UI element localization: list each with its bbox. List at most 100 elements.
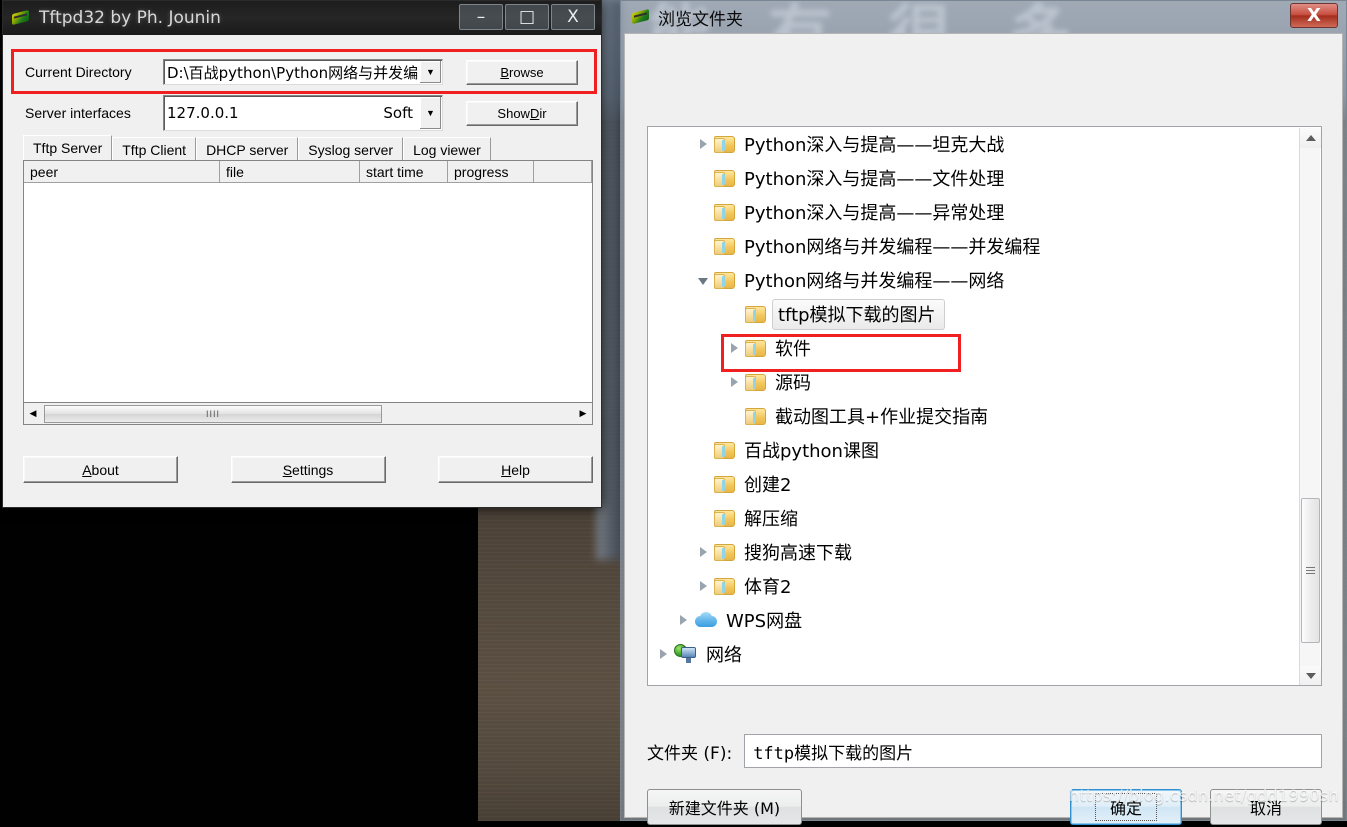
transfer-list-hscrollbar[interactable]: ◀ IIII ▶ [23, 403, 593, 425]
folder-name-input[interactable]: tftp模拟下载的图片 [744, 734, 1322, 768]
folder-icon [714, 135, 736, 154]
folder-icon [714, 271, 736, 290]
transfer-list-header: peer file start time progress [24, 161, 592, 183]
column-header-file[interactable]: file [220, 161, 360, 183]
server-interfaces-combo[interactable]: 127.0.0.1 Soft ▼ [163, 95, 443, 131]
browse-folder-titlebar[interactable]: 浏览文件夹 [621, 1, 1346, 33]
scroll-down-icon[interactable] [1300, 666, 1321, 685]
column-header-progress[interactable]: progress [448, 161, 534, 183]
tree-item-python-file[interactable]: Python深入与提高——文件处理 [648, 161, 1288, 195]
server-interfaces-row: Server interfaces 127.0.0.1 Soft ▼ Show … [25, 95, 587, 131]
folder-icon [745, 305, 767, 324]
tree-item-label: tftp模拟下载的图片 [772, 298, 945, 330]
scroll-up-icon[interactable] [1300, 128, 1321, 148]
folder-icon [745, 373, 767, 392]
chevron-right-icon[interactable] [692, 547, 714, 557]
tree-item-unzip[interactable]: 解压缩 [648, 501, 1288, 535]
tftpd32-titlebar[interactable]: Tftpd32 by Ph. Jounin – □ X [3, 1, 601, 35]
maximize-button[interactable]: □ [505, 4, 549, 30]
tree-item-sogou-download[interactable]: 搜狗高速下载 [648, 535, 1288, 569]
tree-item-baizhan-python-course[interactable]: 百战python课图 [648, 433, 1288, 467]
column-header-spacer[interactable] [534, 161, 592, 183]
folder-icon [714, 441, 736, 460]
tftpd-icon [11, 10, 31, 26]
tree-item-label: 软件 [775, 339, 811, 360]
close-icon[interactable]: X [1290, 3, 1338, 28]
tree-item-network[interactable]: 网络 [648, 637, 1288, 671]
folder-icon [714, 577, 736, 596]
folder-icon [745, 407, 767, 426]
vscrollbar-thumb[interactable] [1301, 498, 1320, 643]
folder-icon [714, 543, 736, 562]
transfer-list[interactable]: peer file start time progress [23, 160, 593, 403]
tree-item-software[interactable]: 软件 [648, 331, 1288, 365]
tree-item-label: 百战python课图 [744, 441, 879, 462]
chevron-right-icon[interactable] [692, 139, 714, 149]
tftpd-icon [631, 9, 651, 25]
tree-item-gif-tools[interactable]: 截动图工具+作业提交指南 [648, 399, 1288, 433]
minimize-button[interactable]: – [459, 4, 503, 30]
browse-folder-client-area: Python深入与提高——坦克大战 Python深入与提高——文件处理 Pyth… [624, 33, 1343, 825]
tree-item-label: Python深入与提高——文件处理 [744, 169, 1005, 190]
column-header-peer[interactable]: peer [24, 161, 220, 183]
chevron-right-icon[interactable] [672, 615, 694, 625]
chevron-right-icon[interactable] [652, 649, 674, 659]
tree-item-python-concurrency[interactable]: Python网络与并发编程——并发编程 [648, 229, 1288, 263]
tree-item-label: WPS网盘 [726, 611, 803, 632]
current-directory-combo[interactable]: D:\百战python\Python网络与并发编 ▼ [163, 59, 443, 85]
current-directory-row: Current Directory D:\百战python\Python网络与并… [25, 59, 587, 85]
tftpd32-footer-buttons: About Settings Help [23, 456, 593, 486]
server-interfaces-value: 127.0.0.1 [167, 104, 239, 122]
tab-log-viewer[interactable]: Log viewer [403, 137, 491, 161]
scroll-left-icon[interactable]: ◀ [24, 404, 42, 424]
blog-watermark: https://blog.csdn.net/gdd1990sh [1068, 786, 1339, 805]
browse-folder-dialog-title: 浏览文件夹 [658, 9, 743, 30]
tree-item-python-tank[interactable]: Python深入与提高——坦克大战 [648, 127, 1288, 161]
about-button[interactable]: About [23, 456, 178, 483]
folder-name-row: 文件夹 (F): tftp模拟下载的图片 [647, 734, 1322, 768]
scroll-right-icon[interactable]: ▶ [574, 404, 592, 424]
chevron-down-icon[interactable] [692, 275, 714, 285]
current-directory-label: Current Directory [25, 64, 132, 80]
tftpd32-tabstrip: Tftp Server Tftp Client DHCP server Sysl… [23, 135, 593, 161]
hscrollbar-thumb[interactable]: IIII [44, 404, 382, 423]
chevron-right-icon[interactable] [723, 377, 745, 387]
tab-syslog-server[interactable]: Syslog server [298, 137, 404, 161]
folder-tree[interactable]: Python深入与提高——坦克大战 Python深入与提高——文件处理 Pyth… [647, 126, 1322, 686]
browse-button[interactable]: Browse [466, 59, 578, 85]
folder-icon [745, 339, 767, 358]
folder-icon [714, 203, 736, 222]
tree-item-label: 截动图工具+作业提交指南 [775, 407, 989, 428]
chevron-down-icon[interactable]: ▼ [420, 97, 441, 129]
help-button[interactable]: Help [438, 456, 593, 483]
tree-item-label: Python深入与提高——坦克大战 [744, 135, 1005, 156]
folder-icon [714, 169, 736, 188]
chevron-down-icon[interactable]: ▼ [420, 61, 441, 83]
tftpd32-window-title: Tftpd32 by Ph. Jounin [39, 8, 221, 28]
chevron-right-icon[interactable] [723, 343, 745, 353]
settings-button[interactable]: Settings [230, 456, 386, 483]
tab-tftp-client[interactable]: Tftp Client [112, 137, 197, 161]
tree-item-create2[interactable]: 创建2 [648, 467, 1288, 501]
new-folder-button[interactable]: 新建文件夹 (M) [647, 789, 802, 825]
current-directory-value: D:\百战python\Python网络与并发编 [167, 63, 419, 82]
tree-item-tftp-download-images[interactable]: tftp模拟下载的图片 [648, 297, 1288, 331]
tree-item-python-network[interactable]: Python网络与并发编程——网络 [648, 263, 1288, 297]
tree-item-sports2[interactable]: 体育2 [648, 569, 1288, 603]
tree-item-label: 源码 [775, 373, 811, 394]
server-interfaces-adapter: Soft [383, 104, 413, 122]
close-button[interactable]: X [551, 4, 595, 30]
column-header-start-time[interactable]: start time [360, 161, 448, 183]
tab-tftp-server[interactable]: Tftp Server [23, 135, 113, 161]
tree-item-python-exception[interactable]: Python深入与提高——异常处理 [648, 195, 1288, 229]
tree-item-source-code[interactable]: 源码 [648, 365, 1288, 399]
tree-item-label: 解压缩 [744, 509, 798, 530]
show-dir-button[interactable]: Show Dir [466, 100, 578, 126]
tree-vscrollbar[interactable] [1299, 128, 1321, 685]
tree-item-label: Python网络与并发编程——网络 [744, 271, 1005, 292]
tab-dhcp-server[interactable]: DHCP server [196, 137, 299, 161]
tree-item-label: Python深入与提高——异常处理 [744, 203, 1005, 224]
cloud-icon [694, 611, 718, 630]
chevron-right-icon[interactable] [692, 581, 714, 591]
tree-item-wps-cloud[interactable]: WPS网盘 [648, 603, 1288, 637]
